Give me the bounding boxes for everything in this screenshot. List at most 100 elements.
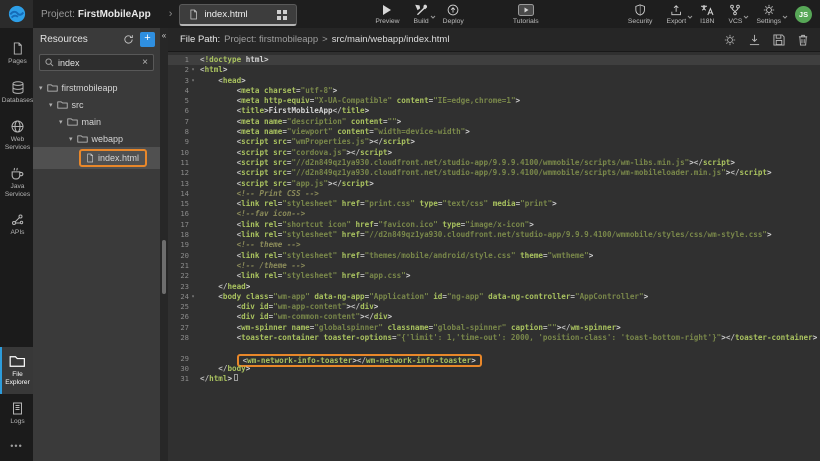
refresh-icon[interactable] [123,34,134,45]
line-number: 22 [168,271,189,281]
code-line[interactable]: 19 <!-- theme --> [168,240,820,250]
code-line[interactable]: 24▾ <body class="wm-app" data-ng-app="Ap… [168,292,820,302]
deploy-button[interactable]: Deploy [443,4,464,25]
fold-gutter [189,354,197,364]
code-text: <link rel="stylesheet" href="//d2n849qz1… [197,230,772,240]
code-line[interactable]: 9 <script src="wmProperties.js"></script… [168,137,820,147]
code-line[interactable]: 2▾<html> [168,65,820,75]
line-number: 3 [168,76,189,86]
code-line[interactable]: 16 <!--fav icon--> [168,209,820,219]
code-line[interactable]: 28 <toaster-container toaster-options="{… [168,333,820,343]
code-line[interactable]: 25 <div id="wm-app-content"></div> [168,302,820,312]
save-icon[interactable] [773,34,785,46]
caret-down-icon[interactable]: ▾ [39,84,43,92]
i18n-button[interactable]: I18N [700,4,714,25]
code-line[interactable]: 29 <wm-network-info-toaster></wm-network… [168,354,820,364]
file-path-bar: File Path: Project: firstmobileapp > src… [168,28,820,52]
fold-marker[interactable]: ▾ [189,292,197,302]
sidebar-item-logs[interactable]: Logs [0,394,33,433]
code-line[interactable]: 11 <script src="//d2n849qz1ya930.cloudfr… [168,158,820,168]
code-line[interactable]: 3▾ <head> [168,76,820,86]
line-number: 1 [168,55,189,65]
tab-index-html[interactable]: index.html [179,4,297,26]
add-resource-button[interactable]: + [140,32,155,47]
sidebar-item-file-explorer[interactable]: File Explorer [0,347,33,394]
code-line[interactable]: 23 </head> [168,282,820,292]
code-line[interactable]: 20 <link rel="stylesheet" href="themes/m… [168,251,820,261]
code-line[interactable]: 6 <title>FirstMobileApp</title> [168,106,820,116]
line-number: 5 [168,96,189,106]
tree-item-src[interactable]: ▾src [33,96,160,113]
sidebar-item-apis[interactable]: APIs [0,205,33,244]
collapse-icon[interactable]: « [160,29,168,43]
caret-down-icon[interactable]: ▾ [59,118,63,126]
more-dots-icon[interactable]: ••• [0,433,33,461]
security-button[interactable]: Security [628,4,653,25]
logs-icon [12,402,23,415]
code-line[interactable] [168,343,820,353]
fold-gutter [189,189,197,199]
tree-item-firstmobileapp[interactable]: ▾firstmobileapp [33,79,160,96]
databases-label: Databases [2,97,34,105]
build-button[interactable]: Build [414,4,429,25]
caret-down-icon[interactable]: ▾ [49,101,53,109]
code-line[interactable]: 13 <script src="app.js"></script> [168,179,820,189]
code-line[interactable]: 5 <meta http-equiv="X-UA-Compatible" con… [168,96,820,106]
tree-item-label: index.html [98,153,139,163]
build-tools-icon [415,4,428,16]
tutorials-button[interactable]: Tutorials [513,4,539,25]
gear-icon[interactable] [724,34,736,46]
tree-item-index-html[interactable]: index.html [33,147,160,169]
grid-icon[interactable] [277,10,287,20]
fold-marker[interactable]: ▾ [189,76,197,86]
code-line[interactable]: 14 <!-- Print CSS --> [168,189,820,199]
code-text: <title>FirstMobileApp</title> [197,106,369,116]
code-text: <script src="cordova.js"></script> [197,148,392,158]
line-number: 19 [168,240,189,250]
code-line[interactable]: 18 <link rel="stylesheet" href="//d2n849… [168,230,820,240]
sidebar-item-java-services[interactable]: Java Services [0,159,33,206]
code-text: <div id="wm-common-content"></div> [197,312,392,322]
preview-button[interactable]: Preview [375,4,399,25]
fold-marker[interactable]: ▾ [189,65,197,75]
line-number: 16 [168,209,189,219]
panel-divider[interactable]: « [160,28,168,461]
code-text: </html> [197,374,238,384]
scrollbar-thumb[interactable] [162,240,166,294]
code-line[interactable]: 12 <script src="//d2n849qz1ya930.cloudfr… [168,168,820,178]
app-logo[interactable] [0,0,33,28]
close-icon[interactable]: × [142,58,148,68]
code-line[interactable]: 22 <link rel="stylesheet" href="app.css"… [168,271,820,281]
code-line[interactable]: 7 <meta name="description" content=""> [168,117,820,127]
left-rail: Pages Databases Web Services Java Servic… [0,28,33,461]
code-line[interactable]: 26 <div id="wm-common-content"></div> [168,312,820,322]
download-icon[interactable] [749,34,760,46]
code-line[interactable]: 17 <link rel="shortcut icon" href="favic… [168,220,820,230]
export-button[interactable]: Export [666,4,686,25]
code-line[interactable]: 31</html> [168,374,820,384]
trash-icon[interactable] [798,34,808,46]
settings-button[interactable]: Settings [756,4,781,25]
code-line[interactable]: 27 <wm-spinner name="globalspinner" clas… [168,323,820,333]
search-input[interactable] [58,58,138,68]
caret-down-icon[interactable]: ▾ [69,135,73,143]
code-line[interactable]: 4 <meta charset="utf-8"> [168,86,820,96]
code-area[interactable]: 1<!doctype html>2▾<html>3▾ <head>4 <meta… [168,52,820,461]
sidebar-item-pages[interactable]: Pages [0,34,33,73]
code-line[interactable]: 21 <!-- /theme --> [168,261,820,271]
project-label: Project: [41,9,75,20]
code-line[interactable]: 1<!doctype html> [168,55,820,65]
main-area: Pages Databases Web Services Java Servic… [0,28,820,461]
tree-item-webapp[interactable]: ▾webapp [33,130,160,147]
caret-down-icon [430,11,436,23]
code-line[interactable]: 10 <script src="cordova.js"></script> [168,148,820,158]
code-line[interactable]: 15 <link rel="stylesheet" href="print.cs… [168,199,820,209]
vcs-button[interactable]: VCS [728,4,742,25]
user-avatar[interactable]: JS [795,6,812,23]
line-number: 4 [168,86,189,96]
sidebar-item-web-services[interactable]: Web Services [0,112,33,159]
sidebar-item-databases[interactable]: Databases [0,73,33,112]
code-line[interactable]: 8 <meta name="viewport" content="width=d… [168,127,820,137]
tree-item-main[interactable]: ▾main [33,113,160,130]
code-text: <script src="//d2n849qz1ya930.cloudfront… [197,168,772,178]
